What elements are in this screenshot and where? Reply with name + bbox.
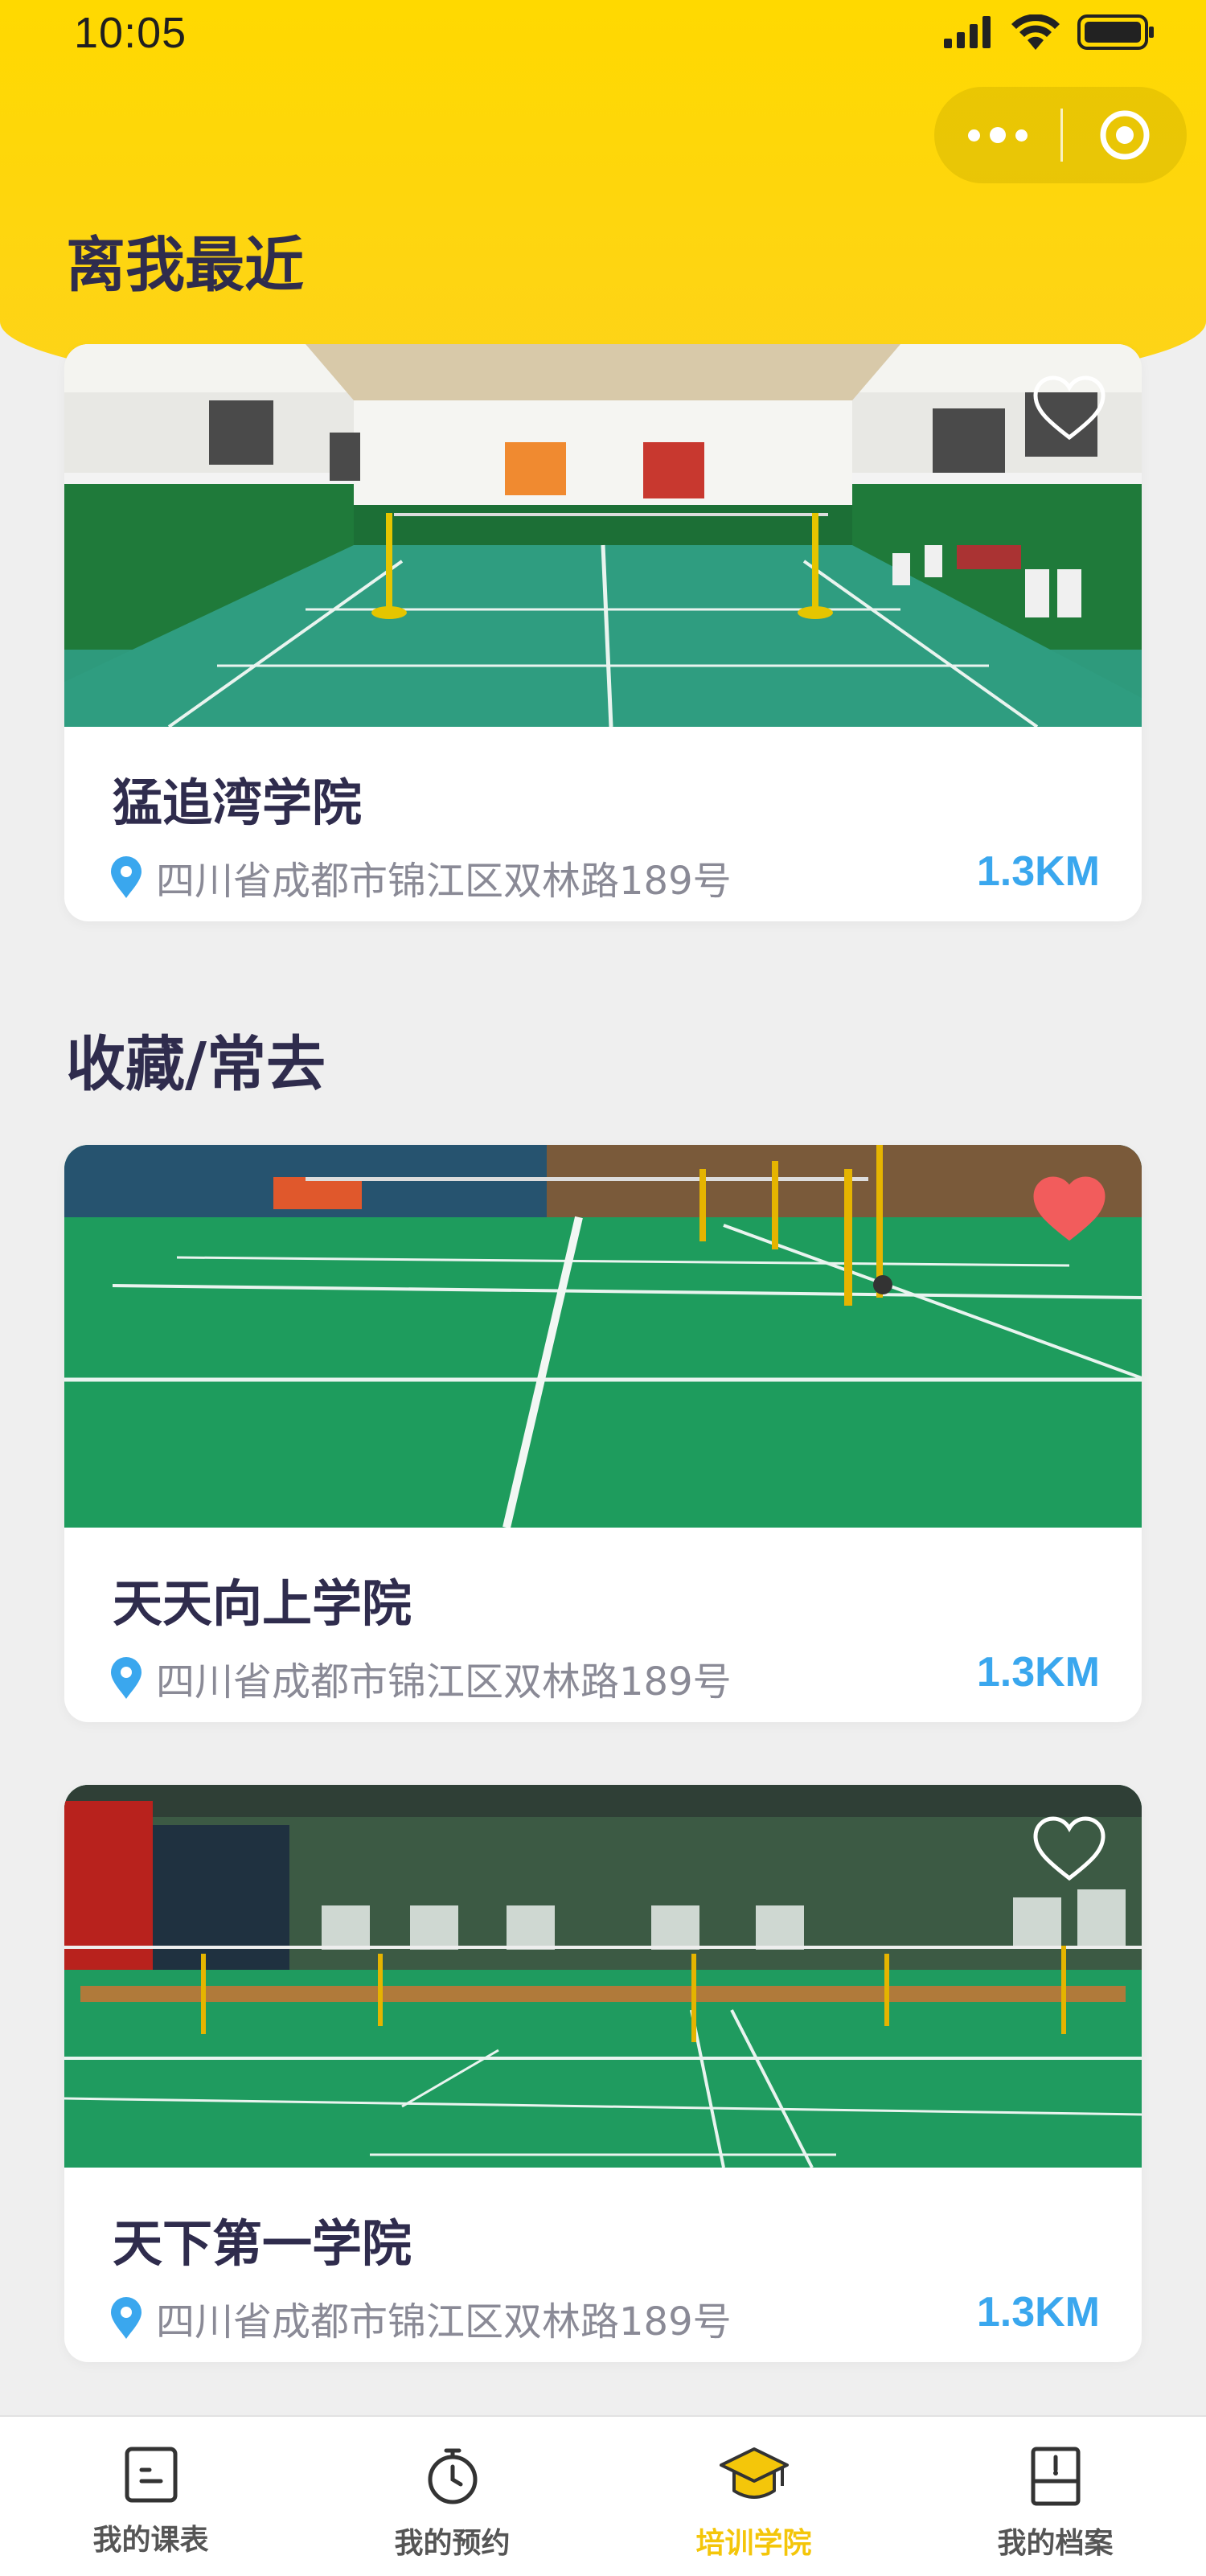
location-pin-icon (111, 2297, 142, 2339)
address-row: 四川省成都市锦江区双林路189号 (109, 1650, 732, 1706)
academy-distance: 1.3KM (976, 848, 1100, 895)
wifi-icon (1011, 14, 1060, 50)
academy-name: 天下第一学院 (113, 2214, 412, 2273)
tab-label: 我的课表 (92, 2524, 209, 2557)
academy-card[interactable]: 天天向上学院 四川省成都市锦江区双林路189号 1.3KM (64, 1145, 1142, 1722)
tab-schedule[interactable]: 我的课表 (0, 2417, 302, 2576)
favorite-heart-icon[interactable] (1032, 1815, 1106, 1883)
signal-icon (944, 16, 991, 48)
academy-name: 天天向上学院 (113, 1574, 412, 1633)
target-icon (1100, 110, 1150, 160)
tab-label: 我的预约 (394, 2527, 511, 2560)
tab-label: 培训学院 (695, 2527, 812, 2560)
status-icons (944, 14, 1155, 50)
address-row: 四川省成都市锦江区双林路189号 (109, 2290, 732, 2346)
section-title-favorites: 收藏/常去 (66, 1030, 326, 1099)
academy-distance: 1.3KM (976, 1649, 1100, 1696)
academy-address: 四川省成都市锦江区双林路189号 (156, 1659, 732, 1704)
academy-name: 猛追湾学院 (113, 773, 363, 832)
academy-photo (64, 1145, 1142, 1528)
graduation-cap-icon (719, 2447, 789, 2499)
archive-icon (1031, 2447, 1080, 2506)
schedule-icon (125, 2447, 177, 2503)
tab-academy[interactable]: 培训学院 (603, 2417, 904, 2576)
stopwatch-icon (428, 2448, 477, 2504)
location-pin-icon (111, 1657, 142, 1699)
academy-card[interactable]: 天下第一学院 四川省成都市锦江区双林路189号 1.3KM (64, 1785, 1142, 2362)
address-row: 四川省成都市锦江区双林路189号 (109, 849, 732, 905)
academy-card[interactable]: 猛追湾学院 四川省成都市锦江区双林路189号 1.3KM (64, 344, 1142, 921)
status-time: 10:05 (74, 9, 187, 57)
academy-photo (64, 1785, 1142, 2168)
battery-icon (1077, 14, 1154, 50)
academy-distance: 1.3KM (976, 2289, 1100, 2336)
favorite-heart-icon[interactable] (1032, 1175, 1106, 1243)
location-pin-icon (111, 856, 142, 898)
status-bar: 10:05 (0, 0, 1206, 72)
tab-label: 我的档案 (997, 2527, 1114, 2560)
tab-archive[interactable]: 我的档案 (904, 2417, 1206, 2576)
academy-address: 四川省成都市锦江区双林路189号 (156, 2299, 732, 2344)
bottom-tab-bar: 我的课表 我的预约 培训学院 我的档案 (0, 2415, 1206, 2576)
more-button[interactable] (934, 87, 1060, 183)
section-title-nearest: 离我最近 (66, 231, 304, 300)
academy-address: 四川省成都市锦江区双林路189号 (156, 859, 732, 904)
academy-photo (64, 344, 1142, 727)
favorite-heart-icon[interactable] (1032, 375, 1106, 442)
miniprogram-capsule (934, 87, 1187, 183)
tab-bookings[interactable]: 我的预约 (302, 2417, 603, 2576)
close-target-button[interactable] (1063, 87, 1187, 183)
